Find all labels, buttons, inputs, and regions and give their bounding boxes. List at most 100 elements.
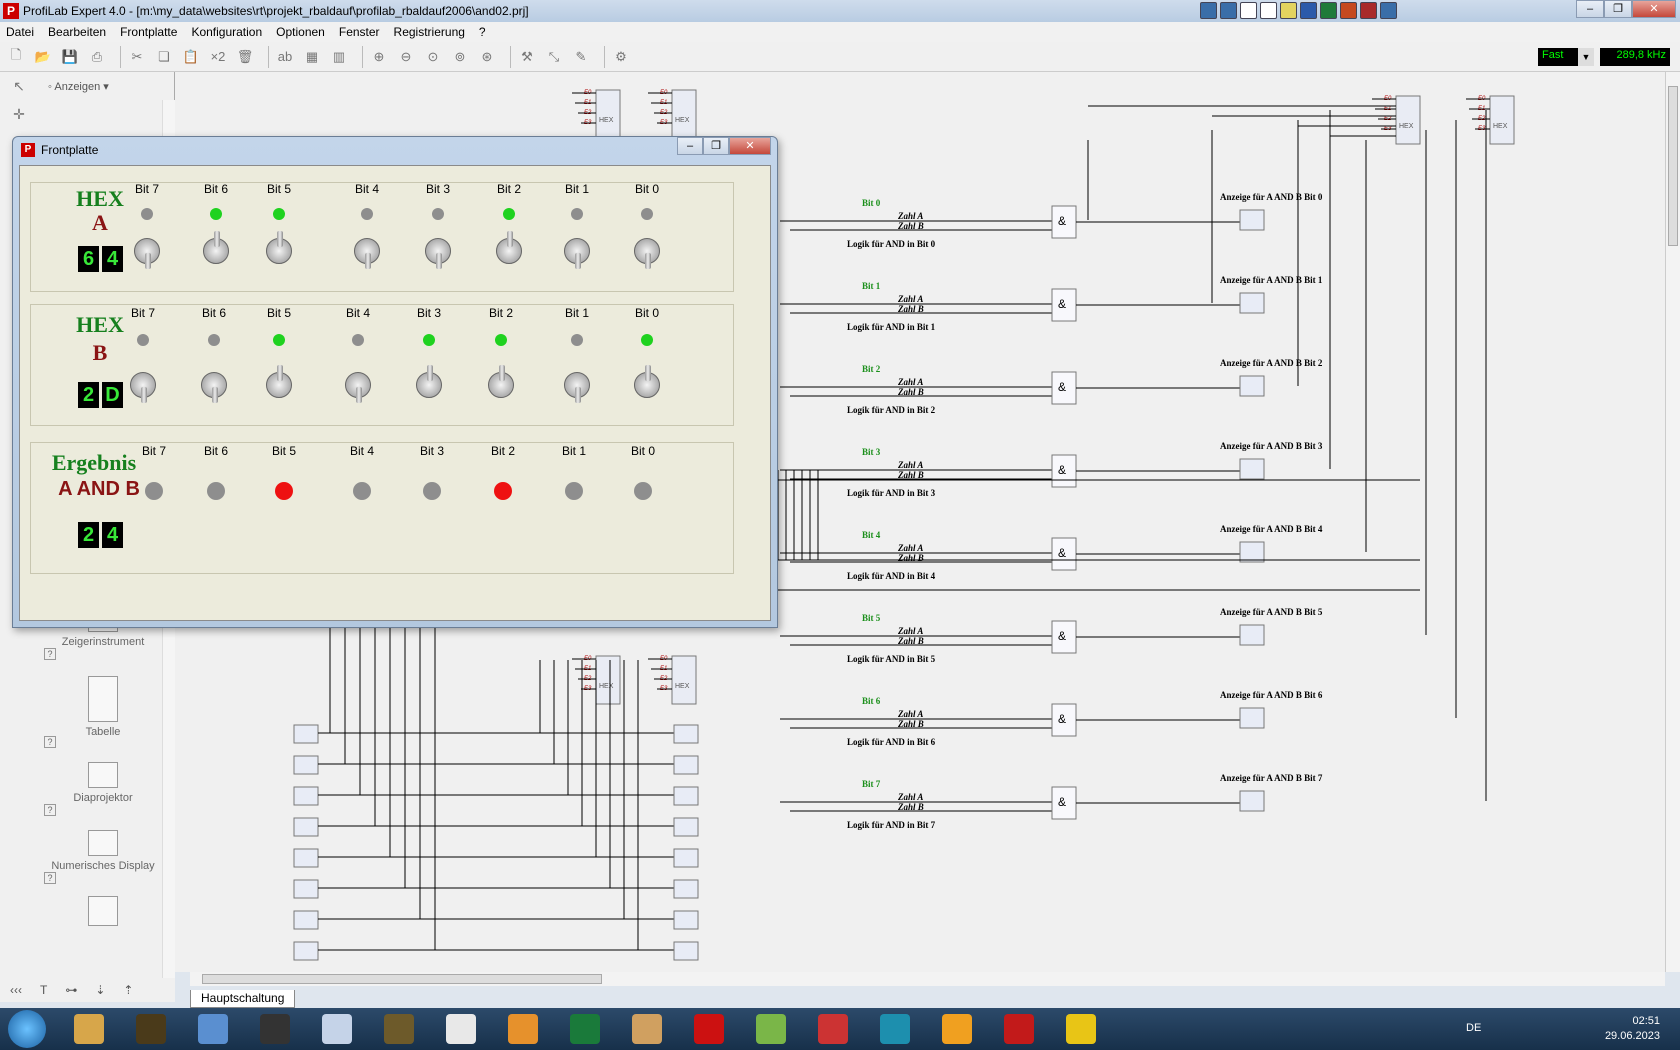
hex-a-name: A xyxy=(92,210,108,235)
switch-block[interactable] xyxy=(293,941,319,961)
hex-b-digit-low: D xyxy=(102,382,123,408)
notes-icon[interactable] xyxy=(932,1009,982,1049)
text-tool-icon[interactable]: T xyxy=(40,983,47,997)
hex-b-name: B xyxy=(92,340,108,365)
toggle-switch[interactable] xyxy=(345,372,371,403)
bit-label: Bit 7 xyxy=(141,444,166,458)
bit-label: Bit 5 xyxy=(266,182,291,196)
arrow-down-icon[interactable]: ⇣ xyxy=(95,983,105,997)
binoculars-icon[interactable]: ⊶ xyxy=(65,983,77,997)
gear-app-icon[interactable] xyxy=(126,1009,176,1049)
hex-block[interactable] xyxy=(595,655,621,705)
toggle-switch[interactable] xyxy=(634,238,660,269)
logic-label: Logik für AND in Bit 0 xyxy=(847,239,936,249)
close-button[interactable]: ✕ xyxy=(729,137,771,155)
led-block[interactable] xyxy=(673,755,699,775)
switch-block[interactable] xyxy=(293,879,319,899)
toggle-switch[interactable] xyxy=(496,231,522,264)
red-app-icon[interactable] xyxy=(994,1009,1044,1049)
toggle-switch[interactable] xyxy=(201,372,227,403)
switch-block[interactable] xyxy=(293,817,319,837)
bit-label: Bit 0 xyxy=(634,182,659,196)
hex-block-title: HEX xyxy=(599,117,614,124)
globe-icon[interactable] xyxy=(374,1009,424,1049)
vertical-scrollbar[interactable] xyxy=(1665,72,1680,972)
led-block[interactable] xyxy=(673,817,699,837)
hex-block[interactable] xyxy=(1395,95,1421,145)
check-app-icon[interactable] xyxy=(1056,1009,1106,1049)
calculator-icon[interactable] xyxy=(312,1009,362,1049)
spreadsheet-icon[interactable] xyxy=(746,1009,796,1049)
bit-label: Bit 2 xyxy=(496,182,521,196)
paint-bucket-icon[interactable] xyxy=(808,1009,858,1049)
toggle-switch[interactable] xyxy=(134,238,160,269)
clock-date: 29.06.2023 xyxy=(1604,1030,1660,1042)
switch-block[interactable] xyxy=(293,786,319,806)
input-label-a: Zahl A xyxy=(897,294,923,304)
tool-icon[interactable] xyxy=(250,1009,300,1049)
start-button[interactable] xyxy=(8,1010,46,1048)
bit-led xyxy=(137,334,149,346)
toggle-switch[interactable] xyxy=(354,238,380,269)
chrome-icon[interactable] xyxy=(436,1009,486,1049)
paint-icon[interactable] xyxy=(622,1009,672,1049)
result-led xyxy=(207,482,225,500)
toggle-switch[interactable] xyxy=(416,365,442,398)
explorer-icon[interactable] xyxy=(64,1009,114,1049)
arduino-icon[interactable] xyxy=(870,1009,920,1049)
media-player-icon[interactable] xyxy=(498,1009,548,1049)
led-block[interactable] xyxy=(1239,209,1265,231)
toggle-switch[interactable] xyxy=(564,372,590,403)
maximize-button[interactable]: ❐ xyxy=(703,137,729,155)
gate-symbol: & xyxy=(1058,214,1066,228)
sheet-tab-hauptschaltung[interactable]: Hauptschaltung xyxy=(190,990,296,1008)
scrollbar-thumb[interactable] xyxy=(202,974,602,984)
led-block[interactable] xyxy=(1239,292,1265,314)
notepad-icon[interactable] xyxy=(188,1009,238,1049)
language-indicator[interactable]: DE xyxy=(1466,1022,1481,1034)
profilab-icon[interactable] xyxy=(684,1009,734,1049)
led-block[interactable] xyxy=(673,941,699,961)
toggle-switch[interactable] xyxy=(266,365,292,398)
result-led xyxy=(275,482,293,500)
hex-block[interactable] xyxy=(671,655,697,705)
toggle-switch[interactable] xyxy=(634,365,660,398)
result-digit-low: 4 xyxy=(102,522,123,548)
bit-label: Bit 4 xyxy=(345,306,370,320)
input-label-a: Zahl A xyxy=(897,626,923,636)
bit-label: Bit 3 xyxy=(862,447,881,457)
led-block[interactable] xyxy=(1239,624,1265,646)
led-block[interactable] xyxy=(673,910,699,930)
switch-block[interactable] xyxy=(293,724,319,744)
arrow-up-icon[interactable]: ⇡ xyxy=(123,983,133,997)
system-clock[interactable]: 02:51 29.06.2023 xyxy=(1605,1014,1660,1044)
toggle-switch[interactable] xyxy=(203,231,229,264)
hex-block[interactable] xyxy=(1489,95,1515,145)
bit-label: Bit 1 xyxy=(564,306,589,320)
led-block[interactable] xyxy=(673,848,699,868)
hex-block[interactable] xyxy=(671,89,697,139)
led-block[interactable] xyxy=(673,879,699,899)
hex-block[interactable] xyxy=(595,89,621,139)
led-block[interactable] xyxy=(1239,458,1265,480)
toggle-switch[interactable] xyxy=(564,238,590,269)
bit-led xyxy=(141,208,153,220)
switch-block[interactable] xyxy=(293,910,319,930)
toggle-switch[interactable] xyxy=(266,231,292,264)
switch-block[interactable] xyxy=(293,848,319,868)
led-block[interactable] xyxy=(1239,707,1265,729)
maple-icon[interactable] xyxy=(560,1009,610,1049)
led-block[interactable] xyxy=(1239,790,1265,812)
led-block[interactable] xyxy=(1239,375,1265,397)
collapse-icon[interactable]: ‹‹‹ xyxy=(10,983,22,997)
toggle-switch[interactable] xyxy=(425,238,451,269)
led-block[interactable] xyxy=(673,786,699,806)
minimize-button[interactable]: – xyxy=(677,137,703,155)
switch-block[interactable] xyxy=(293,755,319,775)
toggle-switch[interactable] xyxy=(130,372,156,403)
scrollbar-thumb[interactable] xyxy=(1668,86,1678,246)
toggle-switch[interactable] xyxy=(488,365,514,398)
horizontal-scrollbar[interactable] xyxy=(190,972,1665,986)
led-block[interactable] xyxy=(673,724,699,744)
led-block[interactable] xyxy=(1239,541,1265,563)
